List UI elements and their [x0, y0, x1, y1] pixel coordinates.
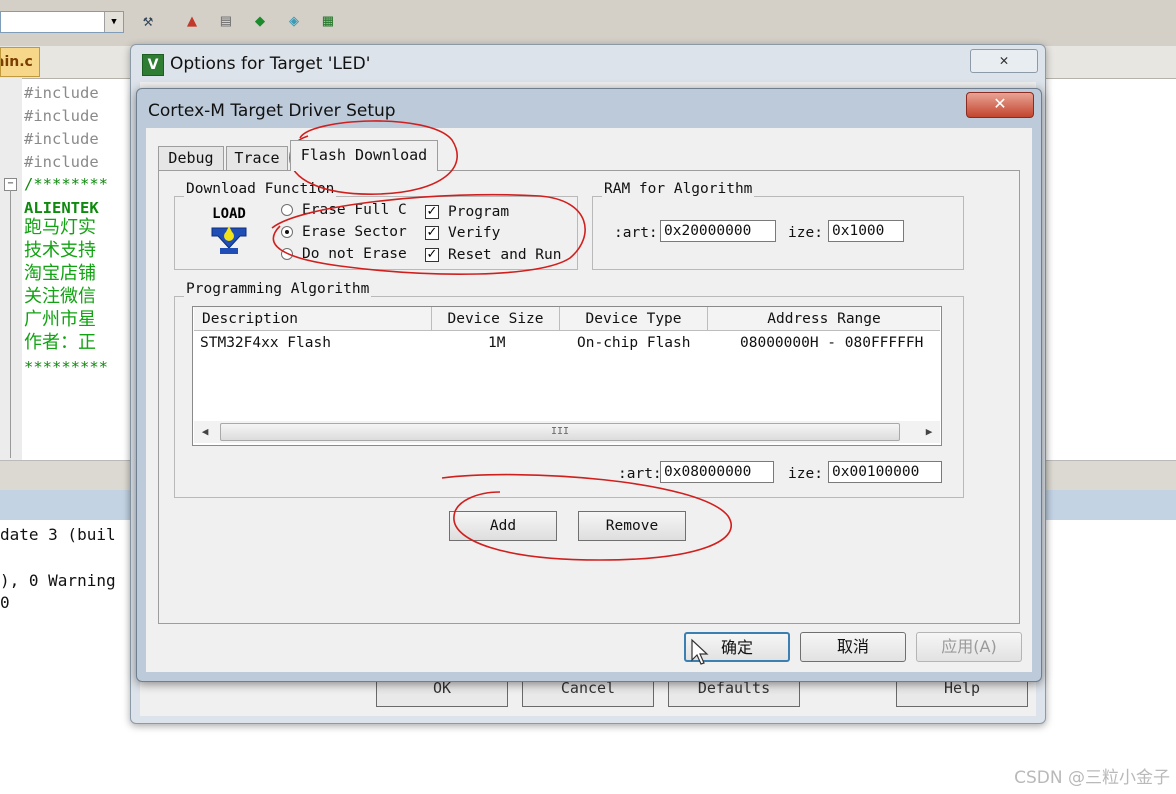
target-combo[interactable]: ▼	[0, 11, 124, 33]
code-line: #include	[24, 130, 99, 148]
column-header-device-type[interactable]: Device Type	[560, 307, 708, 331]
tab-trace[interactable]: Trace	[226, 146, 288, 170]
code-line: 作者：正	[24, 332, 96, 353]
code-line: 广州市星	[24, 309, 96, 330]
do-not-erase-radio[interactable]	[281, 248, 293, 260]
code-line: #include	[24, 107, 99, 125]
magic-wand-icon[interactable]: ⚒	[136, 8, 160, 34]
ram-for-algorithm-label: RAM for Algorithm	[602, 181, 755, 197]
erase-full-chip-radio[interactable]	[281, 204, 293, 216]
code-line: 关注微信	[24, 286, 96, 307]
remove-button[interactable]: Remove	[578, 511, 686, 541]
mouse-cursor-icon	[690, 638, 710, 670]
build-output-line: ), 0 Warning	[0, 571, 116, 590]
program-checkbox[interactable]: ✓	[425, 205, 439, 219]
watermark: CSDN @三粒小金子	[1014, 768, 1170, 788]
components-icon[interactable]: ▤	[214, 8, 238, 34]
pack-installer-icon[interactable]: ▦	[316, 8, 340, 34]
code-line: /********	[24, 175, 108, 193]
ram-start-label: :art:	[614, 225, 658, 241]
code-line: #include	[24, 84, 99, 102]
add-button[interactable]: Add	[449, 511, 557, 541]
keil-app-icon: V	[142, 54, 164, 76]
erase-sector-label[interactable]: Erase Sector	[302, 223, 407, 241]
column-header-device-size[interactable]: Device Size	[432, 307, 560, 331]
ide-toolbar	[0, 0, 1176, 47]
books-icon[interactable]: ◈	[282, 8, 306, 34]
erase-full-chip-label[interactable]: Erase Full C	[302, 201, 407, 219]
tab-debug[interactable]: Debug	[158, 146, 224, 170]
options-dialog-title: Options for Target 'LED'	[170, 54, 371, 74]
reset-and-run-label[interactable]: Reset and Run	[448, 246, 562, 264]
scroll-left-icon[interactable]: ◀	[196, 424, 214, 440]
ram-size-label: ize:	[788, 225, 823, 241]
manage-icon[interactable]: ◆	[248, 8, 272, 34]
tab-flash-download[interactable]: Flash Download	[290, 140, 438, 171]
code-line: 跑马灯实	[24, 217, 96, 238]
close-icon[interactable]: ✕	[970, 49, 1038, 73]
cell-description: STM32F4xx Flash	[200, 335, 331, 351]
flash-start-field[interactable]: 0x08000000	[660, 461, 774, 483]
load-icon-text: LOAD	[212, 206, 246, 222]
code-line: ALIENTEK	[24, 199, 99, 217]
code-line: *********	[24, 358, 108, 376]
code-line: 淘宝店铺	[24, 263, 96, 284]
build-output-line: date 3 (buil	[0, 525, 116, 544]
ram-start-field[interactable]: 0x20000000	[660, 220, 776, 242]
fold-line	[10, 190, 11, 458]
file-tab-main[interactable]: ain.c	[0, 47, 40, 77]
code-line: #include	[24, 153, 99, 171]
column-header-address-range[interactable]: Address Range	[708, 307, 940, 331]
target-options-icon[interactable]: ▲	[180, 8, 204, 34]
code-line: 技术支持	[24, 240, 96, 261]
flash-size-field[interactable]: 0x00100000	[828, 461, 942, 483]
verify-label[interactable]: Verify	[448, 224, 500, 242]
cell-device-size: 1M	[488, 335, 506, 351]
verify-checkbox[interactable]: ✓	[425, 226, 439, 240]
program-label[interactable]: Program	[448, 203, 509, 221]
chevron-down-icon[interactable]: ▼	[104, 12, 123, 32]
build-output-line: 0	[0, 593, 10, 612]
reset-and-run-checkbox[interactable]: ✓	[425, 248, 439, 262]
programming-algorithm-label: Programming Algorithm	[184, 281, 372, 297]
scroll-thumb[interactable]: III	[220, 423, 900, 441]
driver-setup-title: Cortex-M Target Driver Setup	[148, 101, 396, 121]
editor-gutter	[0, 78, 22, 460]
erase-sector-radio[interactable]	[281, 226, 293, 238]
cell-device-type: On-chip Flash	[577, 335, 691, 351]
cancel-cn-button[interactable]: 取消	[800, 632, 906, 662]
flash-size-label: ize:	[788, 466, 823, 482]
download-function-label: Download Function	[184, 181, 337, 197]
do-not-erase-label[interactable]: Do not Erase	[302, 245, 407, 263]
cell-address-range: 08000000H - 080FFFFFH	[740, 335, 924, 351]
column-header-description[interactable]: Description	[194, 307, 432, 331]
scroll-right-icon[interactable]: ▶	[920, 424, 938, 440]
flash-start-label: :art:	[618, 466, 662, 482]
ram-size-field[interactable]: 0x1000	[828, 220, 904, 242]
close-icon[interactable]: ✕	[966, 92, 1034, 118]
apply-button[interactable]: 应用(A)	[916, 632, 1022, 662]
